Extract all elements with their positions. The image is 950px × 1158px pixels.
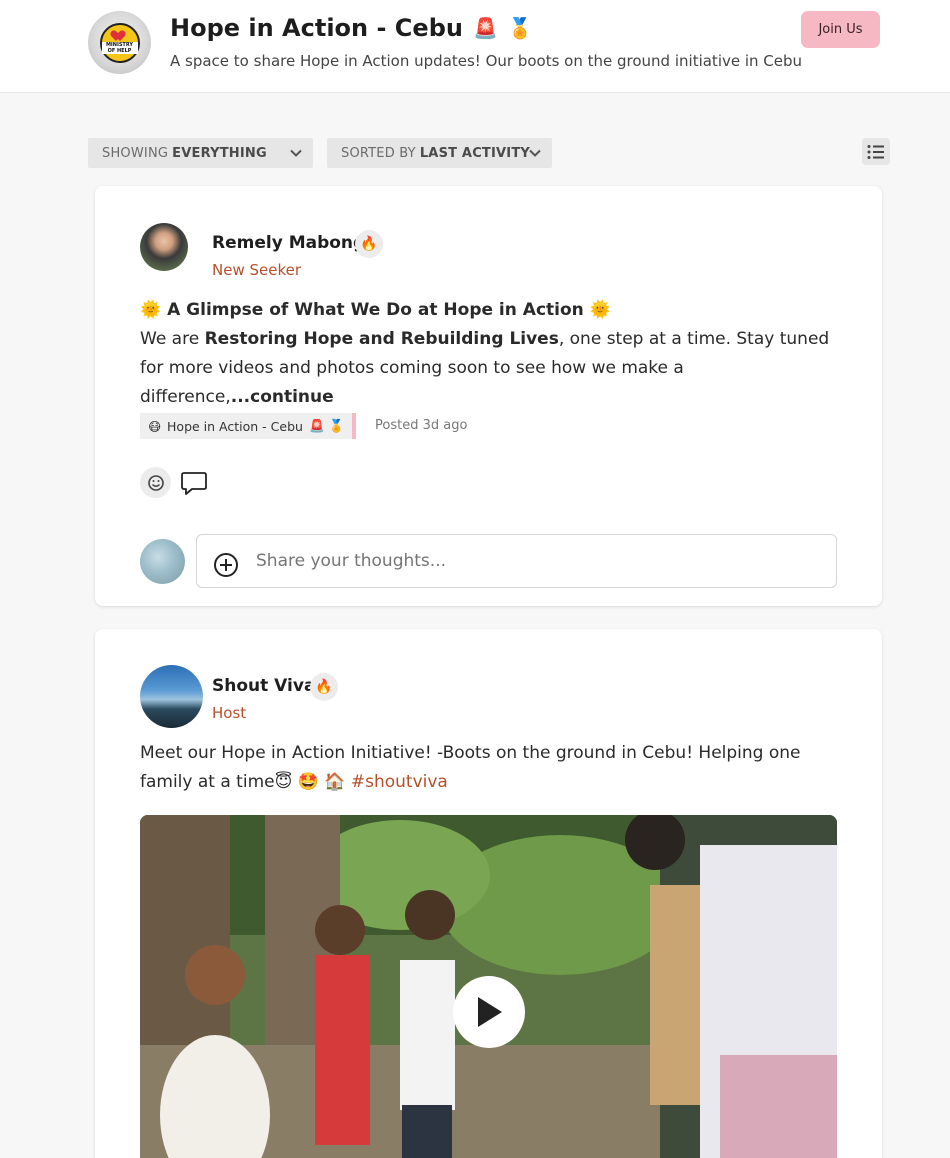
showing-value: EVERYTHING <box>172 145 267 161</box>
author-role: Host <box>212 704 247 722</box>
play-button[interactable] <box>453 976 525 1048</box>
medal-icon: 🏅 <box>507 16 533 40</box>
group-tag-chip[interactable]: 😷 Hope in Action - Cebu 🚨 🏅 <box>140 413 357 439</box>
comment-icon[interactable] <box>180 469 208 497</box>
comment-input[interactable] <box>196 534 837 588</box>
sort-dropdown[interactable]: SORTED BY LAST ACTIVITY <box>327 138 552 168</box>
avatar[interactable] <box>140 223 188 271</box>
current-user-avatar <box>140 539 185 584</box>
post-card: Remely Mabong 🔥 New Seeker 🌞 A Glimpse o… <box>95 186 882 606</box>
group-header: MINISTRY OF HELP Hope in Action - Cebu 🚨… <box>0 0 950 93</box>
list-icon <box>867 144 884 159</box>
group-tag-label: Hope in Action - Cebu <box>167 418 303 434</box>
continue-link[interactable]: ...continue <box>231 387 334 407</box>
tag-emojis: 🚨 🏅 <box>308 418 345 433</box>
logo-text: MINISTRY OF HELP <box>101 42 138 54</box>
group-title-text: Hope in Action - Cebu <box>170 14 463 42</box>
post-emojis: 😇 🤩 🏠 <box>274 772 346 792</box>
post-content: Meet our Hope in Action Initiative! -Boo… <box>140 743 801 792</box>
siren-icon: 🚨 <box>472 16 498 40</box>
post-body[interactable]: 🌞 A Glimpse of What We Do at Hope in Act… <box>140 296 840 412</box>
author-name[interactable]: Shout Viva <box>212 676 315 696</box>
group-logo: MINISTRY OF HELP <box>88 11 151 74</box>
play-icon <box>478 997 502 1027</box>
author-name[interactable]: Remely Mabong <box>212 233 365 253</box>
showing-filter-dropdown[interactable]: SHOWING EVERYTHING <box>88 138 313 168</box>
group-logo-icon: 😷 <box>148 418 162 434</box>
sun-icon: 🌞 <box>589 300 611 320</box>
post-card: Shout Viva 🔥 Host Meet our Hope in Actio… <box>95 629 882 1158</box>
join-us-button[interactable]: Join Us <box>801 11 880 48</box>
fire-icon: 🔥 <box>310 673 338 701</box>
add-reaction-button[interactable] <box>140 467 171 498</box>
avatar[interactable] <box>140 665 203 728</box>
post-body[interactable]: Meet our Hope in Action Initiative! -Boo… <box>140 739 840 797</box>
fire-icon: 🔥 <box>355 230 383 258</box>
group-description: A space to share Hope in Action updates!… <box>170 52 803 70</box>
author-role: New Seeker <box>212 261 302 279</box>
reaction-icon <box>147 474 164 491</box>
sorted-prefix: SORTED BY <box>341 145 416 161</box>
group-title: Hope in Action - Cebu 🚨 🏅 <box>170 14 533 42</box>
showing-prefix: SHOWING <box>102 145 169 161</box>
sorted-value: LAST ACTIVITY <box>419 145 531 161</box>
add-attachment-icon[interactable] <box>212 551 240 579</box>
list-view-button[interactable] <box>862 138 890 165</box>
post-timestamp: Posted 3d ago <box>375 418 468 433</box>
sun-icon: 🌞 <box>140 300 162 320</box>
post-title: 🌞 A Glimpse of What We Do at Hope in Act… <box>140 300 611 320</box>
chevron-down-icon <box>529 149 541 157</box>
post-content: We are Restoring Hope and Rebuilding Liv… <box>140 329 830 407</box>
video-player[interactable] <box>140 815 837 1158</box>
chevron-down-icon <box>290 149 302 157</box>
hashtag-link[interactable]: #shoutviva <box>351 772 448 792</box>
